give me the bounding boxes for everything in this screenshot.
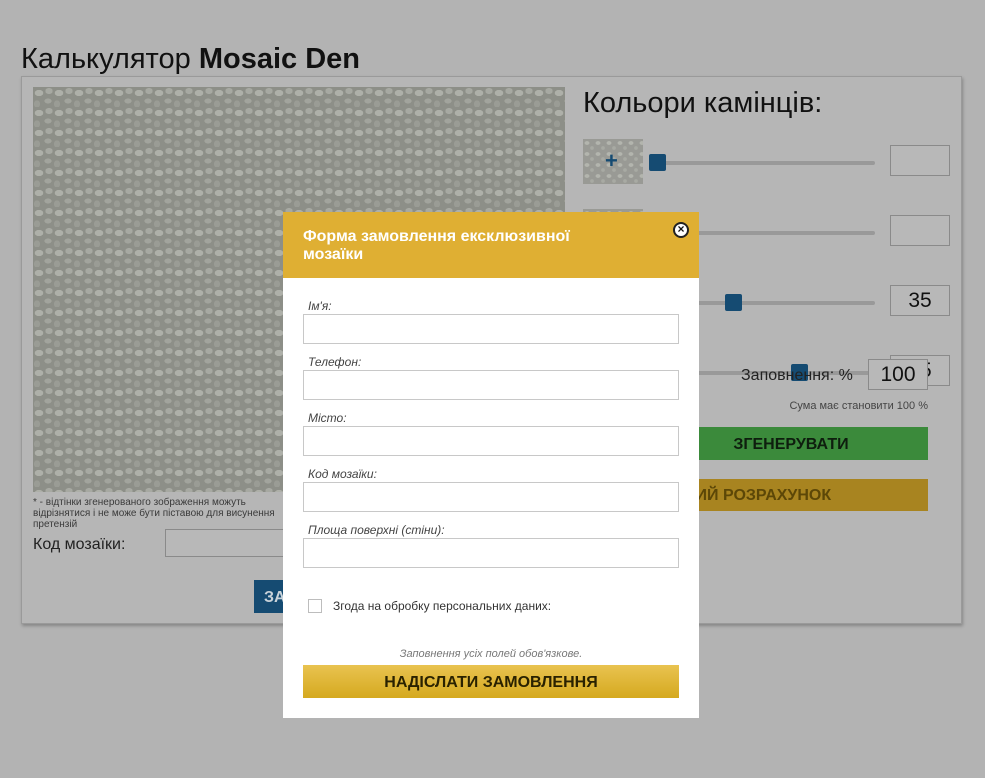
- color-swatch-1[interactable]: +: [583, 139, 643, 184]
- consent-label: Згода на обробку персональних даних:: [333, 599, 552, 613]
- color-value-2[interactable]: [890, 215, 950, 246]
- fill-value: 100: [868, 359, 928, 390]
- submit-order-button[interactable]: НАДІСЛАТИ ЗАМОВЛЕННЯ: [303, 665, 679, 698]
- page-title: Калькулятор Mosaic Den: [21, 43, 360, 76]
- preview-disclaimer: * - відтінки згенерованого зображення мо…: [33, 497, 275, 530]
- order-form-modal: Форма замовлення ексклюзивної мозаїки × …: [283, 212, 699, 718]
- surface-area-input[interactable]: [303, 538, 679, 568]
- color-slider-thumb-3[interactable]: [725, 294, 743, 311]
- mosaic-code-form-input[interactable]: [303, 482, 679, 512]
- consent-checkbox[interactable]: [308, 599, 322, 613]
- page-title-brand: Mosaic Den: [198, 43, 360, 76]
- surface-area-label: Площа поверхні (стіни):: [308, 523, 445, 537]
- color-value-3[interactable]: 35: [890, 285, 950, 316]
- phone-label: Телефон:: [308, 355, 362, 369]
- city-input[interactable]: [303, 426, 679, 456]
- modal-title: Форма замовлення ексклюзивної мозаїки: [303, 228, 570, 263]
- color-slider-track-1[interactable]: [649, 154, 875, 171]
- mosaic-code-label: Код мозаїки:: [33, 536, 126, 553]
- stone-colors-title: Кольори камінців:: [583, 87, 823, 119]
- close-icon[interactable]: ×: [673, 222, 689, 238]
- name-label: Ім'я:: [308, 299, 332, 313]
- page-title-prefix: Калькулятор: [21, 43, 199, 76]
- city-label: Місто:: [308, 411, 347, 425]
- mosaic-code-form-label: Код мозаїки:: [308, 467, 377, 481]
- plus-icon[interactable]: +: [605, 150, 618, 172]
- color-slider-thumb-1[interactable]: [649, 154, 666, 171]
- sum-note: Сума має становити 100 %: [789, 400, 928, 412]
- required-note: Заповнення усіх полей обов'язкове.: [399, 648, 583, 660]
- phone-input[interactable]: [303, 370, 679, 400]
- color-row-1: +: [583, 139, 951, 185]
- modal-header: Форма замовлення ексклюзивної мозаїки ×: [283, 212, 699, 278]
- fill-label: Заповнення: %: [741, 367, 853, 384]
- color-value-1[interactable]: [890, 145, 950, 176]
- name-input[interactable]: [303, 314, 679, 344]
